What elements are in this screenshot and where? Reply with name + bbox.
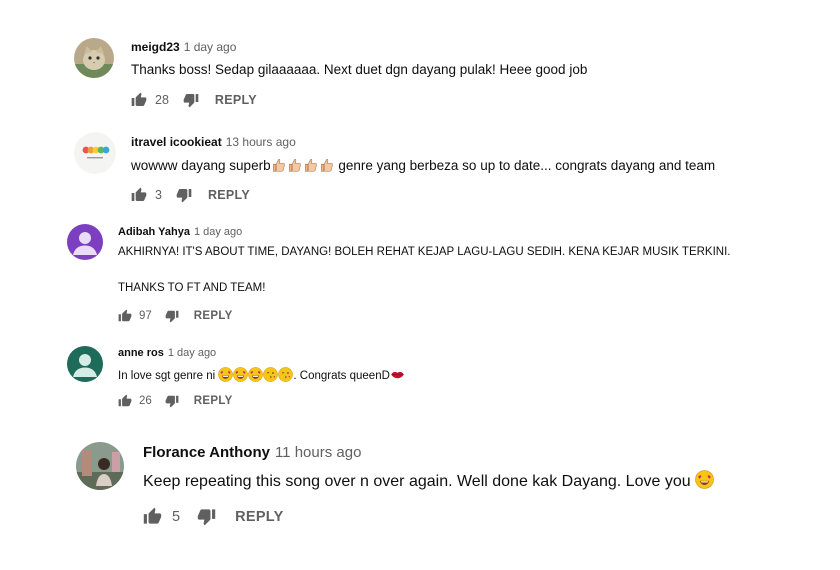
default-user-avatar-icon bbox=[67, 224, 103, 260]
comment-text-start: In love sgt genre ni bbox=[118, 370, 216, 382]
like-count: 5 bbox=[172, 508, 181, 525]
comment-timestamp[interactable]: 13 hours ago bbox=[226, 135, 296, 149]
avatar[interactable] bbox=[67, 346, 103, 382]
thumbs-up-emoji bbox=[303, 157, 319, 176]
avatar[interactable] bbox=[74, 132, 116, 174]
photo-avatar-icon bbox=[76, 442, 124, 490]
comment-timestamp[interactable]: 11 hours ago bbox=[275, 444, 361, 461]
thumbs-up-icon[interactable] bbox=[131, 92, 147, 108]
thumbs-up-icon[interactable] bbox=[118, 394, 132, 408]
comment-text-body: Keep repeating this song over n over aga… bbox=[143, 473, 691, 490]
like-count: 97 bbox=[139, 310, 152, 322]
thumbs-up-icon[interactable] bbox=[118, 309, 132, 323]
thumbs-up-emoji bbox=[319, 157, 335, 176]
heart-eyes-emoji bbox=[233, 367, 248, 385]
kissing-emoji bbox=[278, 367, 293, 385]
cat-avatar-icon bbox=[74, 38, 114, 78]
avatar[interactable] bbox=[67, 224, 103, 260]
thumbs-up-emoji bbox=[271, 157, 287, 176]
comment-text-end: genre yang berbeza so up to date... cong… bbox=[338, 158, 716, 173]
comment-text-line: THANKS TO FT AND TEAM! bbox=[118, 282, 266, 294]
comment-author[interactable]: itravel icookieat bbox=[131, 135, 222, 149]
avatar[interactable] bbox=[76, 442, 124, 490]
comment-timestamp[interactable]: 1 day ago bbox=[194, 226, 242, 238]
comment-text: Keep repeating this song over n over aga… bbox=[143, 470, 714, 494]
thumbs-up-icon[interactable] bbox=[131, 187, 147, 203]
reply-button[interactable]: REPLY bbox=[235, 509, 284, 525]
reply-button[interactable]: REPLY bbox=[194, 395, 233, 407]
thumbs-down-icon[interactable] bbox=[197, 507, 216, 526]
comment-text: In love sgt genre ni . Congrats queenD bbox=[118, 367, 405, 385]
like-count: 3 bbox=[155, 188, 162, 202]
comment-text: wowww dayang superb genre yang berbeza s… bbox=[131, 157, 715, 176]
thumbs-up-icon[interactable] bbox=[143, 507, 162, 526]
like-count: 26 bbox=[139, 395, 152, 407]
comment-author[interactable]: meigd23 bbox=[131, 40, 180, 54]
reply-button[interactable]: REPLY bbox=[208, 188, 250, 202]
reply-button[interactable]: REPLY bbox=[194, 310, 233, 322]
kissing-emoji bbox=[263, 367, 278, 385]
comment-text: Thanks boss! Sedap gilaaaaaa. Next duet … bbox=[131, 62, 588, 77]
avatar[interactable] bbox=[74, 38, 114, 78]
heart-eyes-emoji bbox=[695, 470, 714, 494]
comment-text-start: wowww dayang superb bbox=[131, 158, 271, 173]
heart-eyes-emoji bbox=[248, 367, 263, 385]
thumbs-down-icon[interactable] bbox=[165, 394, 179, 408]
channel-logo-icon bbox=[74, 132, 116, 174]
comment-text-line: AKHIRNYA! IT'S ABOUT TIME, DAYANG! BOLEH… bbox=[118, 246, 731, 258]
heart-eyes-emoji bbox=[218, 367, 233, 385]
comment-author[interactable]: Adibah Yahya bbox=[118, 226, 190, 238]
comment-author[interactable]: anne ros bbox=[118, 347, 164, 359]
comment-author[interactable]: Florance Anthony bbox=[143, 444, 270, 461]
default-user-avatar-icon bbox=[67, 346, 103, 382]
like-count: 28 bbox=[155, 93, 169, 107]
thumbs-down-icon[interactable] bbox=[183, 92, 199, 108]
comment-text-end: . Congrats queenD bbox=[293, 370, 390, 382]
comment-timestamp[interactable]: 1 day ago bbox=[184, 40, 237, 54]
thumbs-down-icon[interactable] bbox=[165, 309, 179, 323]
thumbs-down-icon[interactable] bbox=[176, 187, 192, 203]
reply-button[interactable]: REPLY bbox=[215, 93, 257, 107]
comment-timestamp[interactable]: 1 day ago bbox=[168, 347, 216, 359]
lips-emoji bbox=[390, 367, 405, 385]
thumbs-up-emoji bbox=[287, 157, 303, 176]
